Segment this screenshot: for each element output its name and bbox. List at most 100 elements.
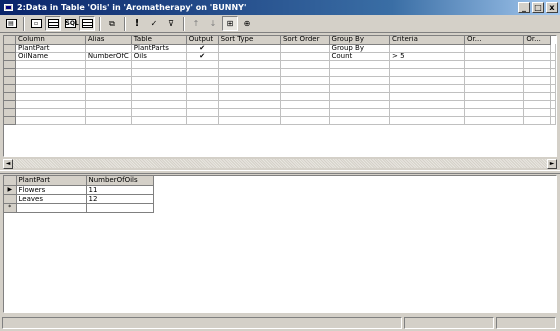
query-grid-cell[interactable] xyxy=(389,100,466,109)
output-checkbox[interactable] xyxy=(186,100,219,109)
remove-filter-button[interactable]: ⊽ xyxy=(163,16,179,31)
query-grid-row[interactable] xyxy=(4,76,556,85)
results-row[interactable]: ▶ Flowers 11 xyxy=(4,185,154,195)
query-grid-cell[interactable] xyxy=(389,84,466,93)
row-selector[interactable] xyxy=(4,44,17,53)
query-grid-cell[interactable] xyxy=(280,116,330,125)
query-grid-cell[interactable] xyxy=(85,68,132,77)
query-grid-cell[interactable] xyxy=(218,84,281,93)
query-grid-row[interactable]: OilName NumberOfC Oils ✔ Count > 5 xyxy=(4,52,556,61)
query-grid-cell[interactable] xyxy=(464,76,525,85)
minimize-button[interactable]: _ xyxy=(518,2,530,13)
query-grid-cell[interactable] xyxy=(389,108,466,117)
query-grid[interactable]: Column Alias Table Output Sort Type Sort… xyxy=(4,36,556,125)
scroll-left-icon[interactable]: ◄ xyxy=(3,159,13,169)
results-cell[interactable] xyxy=(16,203,87,213)
results-cell[interactable]: Flowers xyxy=(16,185,87,195)
query-grid-cell[interactable] xyxy=(280,100,330,109)
show-diagram-pane-button[interactable]: ▫ xyxy=(28,16,44,31)
results-row[interactable]: Leaves 12 xyxy=(4,194,154,204)
row-selector[interactable] xyxy=(4,108,17,117)
results-cell[interactable]: Leaves xyxy=(16,194,87,204)
row-selector[interactable] xyxy=(4,100,17,109)
grid-horizontal-scrollbar[interactable]: ◄ ► xyxy=(3,158,557,169)
results-cell[interactable]: 12 xyxy=(86,194,154,204)
query-grid-cell[interactable] xyxy=(329,68,390,77)
query-grid-cell[interactable] xyxy=(280,44,330,53)
row-selector[interactable] xyxy=(4,52,17,61)
results-cell[interactable]: 11 xyxy=(86,185,154,195)
query-grid-cell[interactable] xyxy=(464,108,525,117)
row-selector[interactable] xyxy=(4,116,17,125)
title-bar[interactable]: 2:Data in Table 'Oils' in 'Aromatherapy'… xyxy=(0,0,560,15)
query-grid-cell[interactable] xyxy=(218,100,281,109)
query-grid-cell[interactable] xyxy=(15,84,86,93)
query-grid-cell[interactable] xyxy=(280,52,330,61)
query-grid-cell[interactable] xyxy=(218,92,281,101)
row-selector[interactable] xyxy=(4,68,17,77)
query-grid-cell[interactable] xyxy=(389,44,466,53)
show-grid-pane-button[interactable] xyxy=(45,16,61,31)
query-grid-cell[interactable] xyxy=(131,108,187,117)
query-grid-row[interactable] xyxy=(4,108,556,117)
maximize-button[interactable]: □ xyxy=(532,2,544,13)
query-grid-cell[interactable]: > 5 xyxy=(389,52,466,61)
query-grid-cell[interactable] xyxy=(464,52,525,61)
query-grid-cell[interactable] xyxy=(85,44,132,53)
sort-ascending-button[interactable]: ↑ xyxy=(188,16,204,31)
query-grid-cell[interactable] xyxy=(464,60,525,69)
query-grid-cell[interactable] xyxy=(15,116,86,125)
output-checkbox[interactable]: ✔ xyxy=(186,52,219,61)
row-selector[interactable] xyxy=(4,194,17,204)
query-grid-cell[interactable] xyxy=(85,76,132,85)
query-grid-cell[interactable] xyxy=(329,84,390,93)
query-grid-cell[interactable] xyxy=(131,116,187,125)
query-grid-cell[interactable] xyxy=(523,116,551,125)
query-grid-cell[interactable] xyxy=(131,100,187,109)
query-grid-cell[interactable] xyxy=(523,92,551,101)
query-grid-cell[interactable] xyxy=(280,68,330,77)
query-grid-cell[interactable] xyxy=(15,60,86,69)
row-selector[interactable] xyxy=(4,76,17,85)
use-group-by-button[interactable]: ⊞ xyxy=(222,16,238,31)
query-grid-cell[interactable] xyxy=(389,116,466,125)
query-grid-cell[interactable] xyxy=(218,68,281,77)
query-grid-cell[interactable] xyxy=(329,60,390,69)
query-grid-cell[interactable]: Oils xyxy=(131,52,187,61)
query-grid-cell[interactable]: Group By xyxy=(329,44,390,53)
query-grid-cell[interactable] xyxy=(523,44,551,53)
query-grid-cell[interactable]: PlantParts xyxy=(131,44,187,53)
query-grid-row[interactable] xyxy=(4,100,556,109)
query-grid-row[interactable] xyxy=(4,92,556,101)
verify-sql-button[interactable]: ✓ xyxy=(146,16,162,31)
query-grid-cell[interactable] xyxy=(329,76,390,85)
query-grid-row[interactable] xyxy=(4,60,556,69)
query-grid-cell[interactable] xyxy=(131,84,187,93)
output-checkbox[interactable] xyxy=(186,92,219,101)
output-checkbox[interactable] xyxy=(186,116,219,125)
query-grid-cell[interactable] xyxy=(218,108,281,117)
change-query-type-button[interactable]: ⧉ xyxy=(104,16,120,31)
output-checkbox[interactable] xyxy=(186,60,219,69)
query-grid-cell[interactable] xyxy=(389,92,466,101)
query-grid-cell[interactable] xyxy=(464,100,525,109)
query-grid-cell[interactable] xyxy=(15,68,86,77)
query-grid-cell[interactable] xyxy=(85,60,132,69)
query-grid-row[interactable]: PlantPart PlantParts ✔ Group By xyxy=(4,44,556,53)
query-grid-cell[interactable] xyxy=(131,68,187,77)
query-grid-cell[interactable] xyxy=(329,108,390,117)
query-grid-cell[interactable] xyxy=(85,116,132,125)
query-grid-cell[interactable] xyxy=(218,52,281,61)
scroll-track[interactable] xyxy=(13,159,547,168)
close-button[interactable]: x xyxy=(546,2,558,13)
scroll-right-icon[interactable]: ► xyxy=(547,159,557,169)
new-row-icon[interactable]: * xyxy=(4,203,17,213)
query-grid-cell[interactable] xyxy=(523,100,551,109)
output-checkbox[interactable] xyxy=(186,84,219,93)
output-checkbox[interactable]: ✔ xyxy=(186,44,219,53)
output-checkbox[interactable] xyxy=(186,76,219,85)
query-grid-cell[interactable] xyxy=(15,100,86,109)
query-grid-cell[interactable] xyxy=(389,76,466,85)
query-grid-cell[interactable] xyxy=(85,100,132,109)
query-grid-cell[interactable] xyxy=(464,44,525,53)
